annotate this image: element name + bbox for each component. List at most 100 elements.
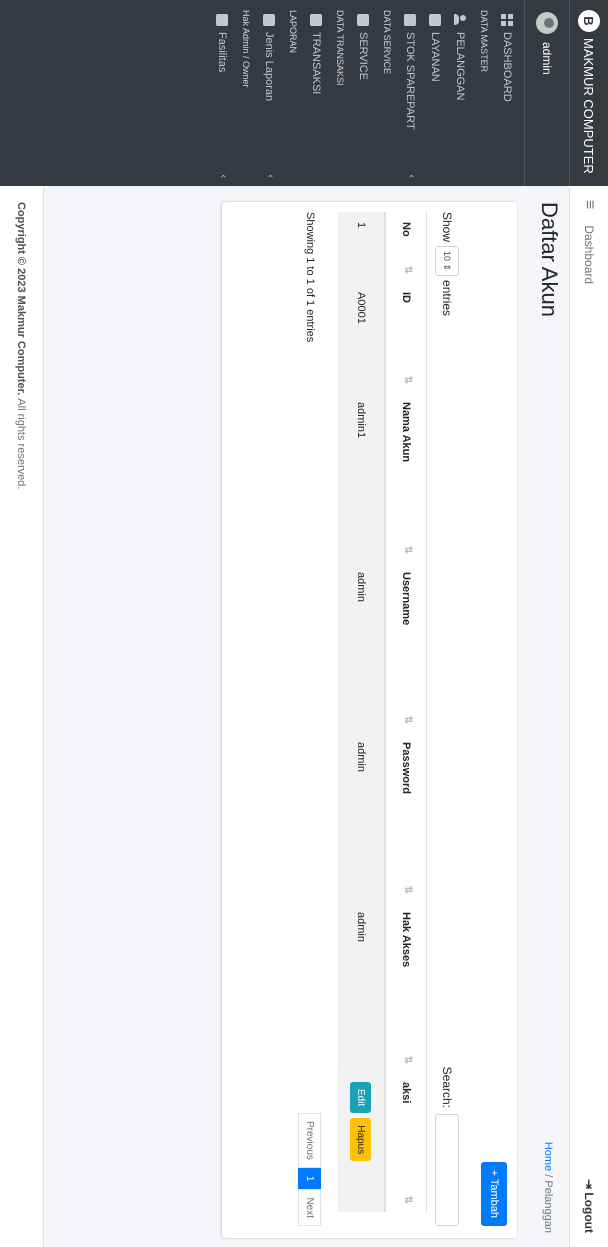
sidebar-nav: DASHBOARD DATA MASTER PELANGGAN LAYANAN …	[206, 0, 524, 186]
box-icon	[404, 14, 417, 26]
brand-name: MAKMUR COMPUTER	[581, 38, 597, 174]
column-header-username[interactable]: Username ⇅	[385, 562, 427, 732]
column-header-id[interactable]: ID ⇅	[385, 282, 427, 392]
menu-icon[interactable]: ≡	[580, 200, 598, 209]
sidebar-header-laporan: LAPORAN	[288, 10, 298, 54]
page-title: Daftar Akun	[537, 202, 562, 317]
sidebar-item-transaksi[interactable]: TRANSAKSI	[304, 0, 329, 186]
cell-hak-akses: admin	[338, 902, 385, 1072]
sidebar-item-label: PELANGGAN	[454, 32, 467, 101]
sidebar-header-hak-admin: Hak Admin / Owner	[241, 10, 251, 88]
grid-icon	[501, 14, 514, 26]
breadcrumb-current: Pelanggan	[542, 1180, 554, 1233]
entries-select[interactable]: 10 ⇕	[435, 246, 459, 277]
column-header-password[interactable]: Password ⇅	[385, 732, 427, 902]
edit-button[interactable]: Edit	[350, 1082, 372, 1114]
sidebar-item-dashboard[interactable]: DASHBOARD	[495, 0, 520, 186]
cell-no: 1	[338, 212, 385, 282]
sort-icon: ⇅	[402, 1195, 413, 1204]
sidebar-header-data-service: DATA SERVICE	[382, 10, 392, 75]
sidebar-item-service[interactable]: SERVICE	[351, 0, 376, 186]
accounts-table: No ⇅ ID ⇅ Nama Akun ⇅ Username ⇅ Password ⇅ H…	[338, 212, 427, 1212]
sort-icon: ⇅	[402, 885, 413, 894]
sort-icon: ⇅	[402, 1055, 413, 1064]
box-icon	[310, 14, 323, 26]
entries-value: 10	[442, 251, 452, 262]
sidebar-item-fasilitas[interactable]: Fasilitas ‹	[210, 0, 235, 186]
footer: Copyright © 2023 Makmur Computer. All ri…	[0, 186, 44, 1247]
cell-aksi: Edit Hapus	[338, 1072, 385, 1212]
column-header-nama-akun[interactable]: Nama Akun ⇅	[385, 392, 427, 562]
chevron-left-icon: ‹	[218, 174, 229, 178]
sidebar-item-label: TRANSAKSI	[310, 32, 323, 95]
sidebar-item-layanan[interactable]: LAYANAN	[423, 0, 448, 186]
column-label: aksi	[400, 1082, 412, 1104]
column-label: Password	[400, 742, 412, 794]
box-icon	[263, 14, 276, 26]
table-info: Showing 1 to 1 of 1 entries	[304, 212, 316, 343]
show-label: Show	[440, 212, 454, 243]
nav-link-dashboard[interactable]: Dashboard	[582, 225, 596, 284]
add-button[interactable]: + Tambah	[481, 1161, 507, 1226]
copyright-text: Copyright © 2023 Makmur Computer.	[15, 202, 28, 396]
sort-icon: ⇅	[402, 265, 413, 274]
sidebar-item-label: Fasilitas	[216, 32, 229, 73]
breadcrumb-home[interactable]: Home	[542, 1142, 554, 1171]
pagination: Previous 1 Next	[298, 1112, 321, 1226]
page-1-button[interactable]: 1	[298, 1167, 321, 1190]
table-header-row: No ⇅ ID ⇅ Nama Akun ⇅ Username ⇅ Password ⇅ H…	[385, 212, 427, 1212]
search-label: Search:	[440, 1066, 454, 1108]
column-label: Username	[400, 572, 412, 626]
column-header-hak-akses[interactable]: Hak Akses ⇅	[385, 902, 427, 1072]
users-icon	[455, 14, 467, 26]
sidebar: B MAKMUR COMPUTER admin DASHBOARD DATA M…	[0, 0, 608, 186]
box-icon	[429, 14, 442, 26]
brand-logo: B	[578, 10, 600, 32]
accounts-card: + Tambah Show 10 ⇕ entries Search: No ⇅ I…	[222, 202, 517, 1238]
top-navbar: ≡ Dashboard ⇥ Logout	[569, 186, 608, 1247]
sidebar-header-data-master: DATA MASTER	[479, 10, 489, 73]
sidebar-item-label: STOK SPAREPART	[404, 32, 417, 130]
table-search: Search:	[435, 1067, 459, 1226]
sidebar-item-jenis-laporan[interactable]: Jenis Laporan ‹	[257, 0, 282, 186]
sidebar-item-label: DASHBOARD	[501, 32, 514, 102]
sidebar-item-pelanggan[interactable]: PELANGGAN	[448, 0, 473, 186]
logout-button[interactable]: ⇥ Logout	[582, 1179, 596, 1233]
chevron-left-icon: ‹	[406, 174, 417, 178]
table-row: 1 A0001 admin1 admin admin admin Edit Ha…	[338, 212, 385, 1212]
rights-text: All rights reserved.	[15, 398, 28, 490]
cell-nama-akun: admin1	[338, 392, 385, 562]
chevron-left-icon: ‹	[265, 174, 276, 178]
column-label: Hak Akses	[400, 912, 412, 968]
search-input[interactable]	[435, 1114, 459, 1226]
sort-icon: ⇅	[402, 375, 413, 384]
sidebar-item-stok-sparepart[interactable]: STOK SPAREPART ‹	[398, 0, 423, 186]
column-header-no[interactable]: No ⇅	[385, 212, 427, 282]
entries-length: Show 10 ⇕ entries	[435, 212, 459, 316]
previous-button[interactable]: Previous	[298, 1112, 321, 1168]
delete-button[interactable]: Hapus	[350, 1118, 372, 1162]
column-label: No	[400, 222, 412, 237]
breadcrumb: Home / Pelanggan	[542, 1142, 554, 1233]
sidebar-item-label: LAYANAN	[429, 32, 442, 82]
box-icon	[216, 14, 229, 26]
cell-username: admin	[338, 562, 385, 732]
cell-id: A0001	[338, 282, 385, 392]
column-header-aksi[interactable]: aksi ⇅	[385, 1072, 427, 1212]
app-root: B MAKMUR COMPUTER admin DASHBOARD DATA M…	[0, 0, 608, 1247]
sidebar-item-label: Jenis Laporan	[263, 32, 276, 102]
sort-icon: ⇅	[402, 715, 413, 724]
sidebar-header-data-transaksi: DATA TRANSAKSI	[335, 10, 345, 86]
logout-label: Logout	[582, 1192, 596, 1233]
column-label: Nama Akun	[400, 402, 412, 463]
next-button[interactable]: Next	[298, 1189, 321, 1226]
avatar	[536, 12, 558, 34]
column-label: ID	[400, 292, 412, 303]
brand[interactable]: B MAKMUR COMPUTER	[569, 0, 608, 186]
box-icon	[357, 14, 370, 26]
sidebar-item-label: SERVICE	[357, 32, 370, 81]
entries-label: entries	[440, 280, 454, 317]
sort-icon: ⇅	[402, 545, 413, 554]
breadcrumb-separator: /	[542, 1174, 554, 1178]
user-panel[interactable]: admin	[524, 0, 569, 186]
